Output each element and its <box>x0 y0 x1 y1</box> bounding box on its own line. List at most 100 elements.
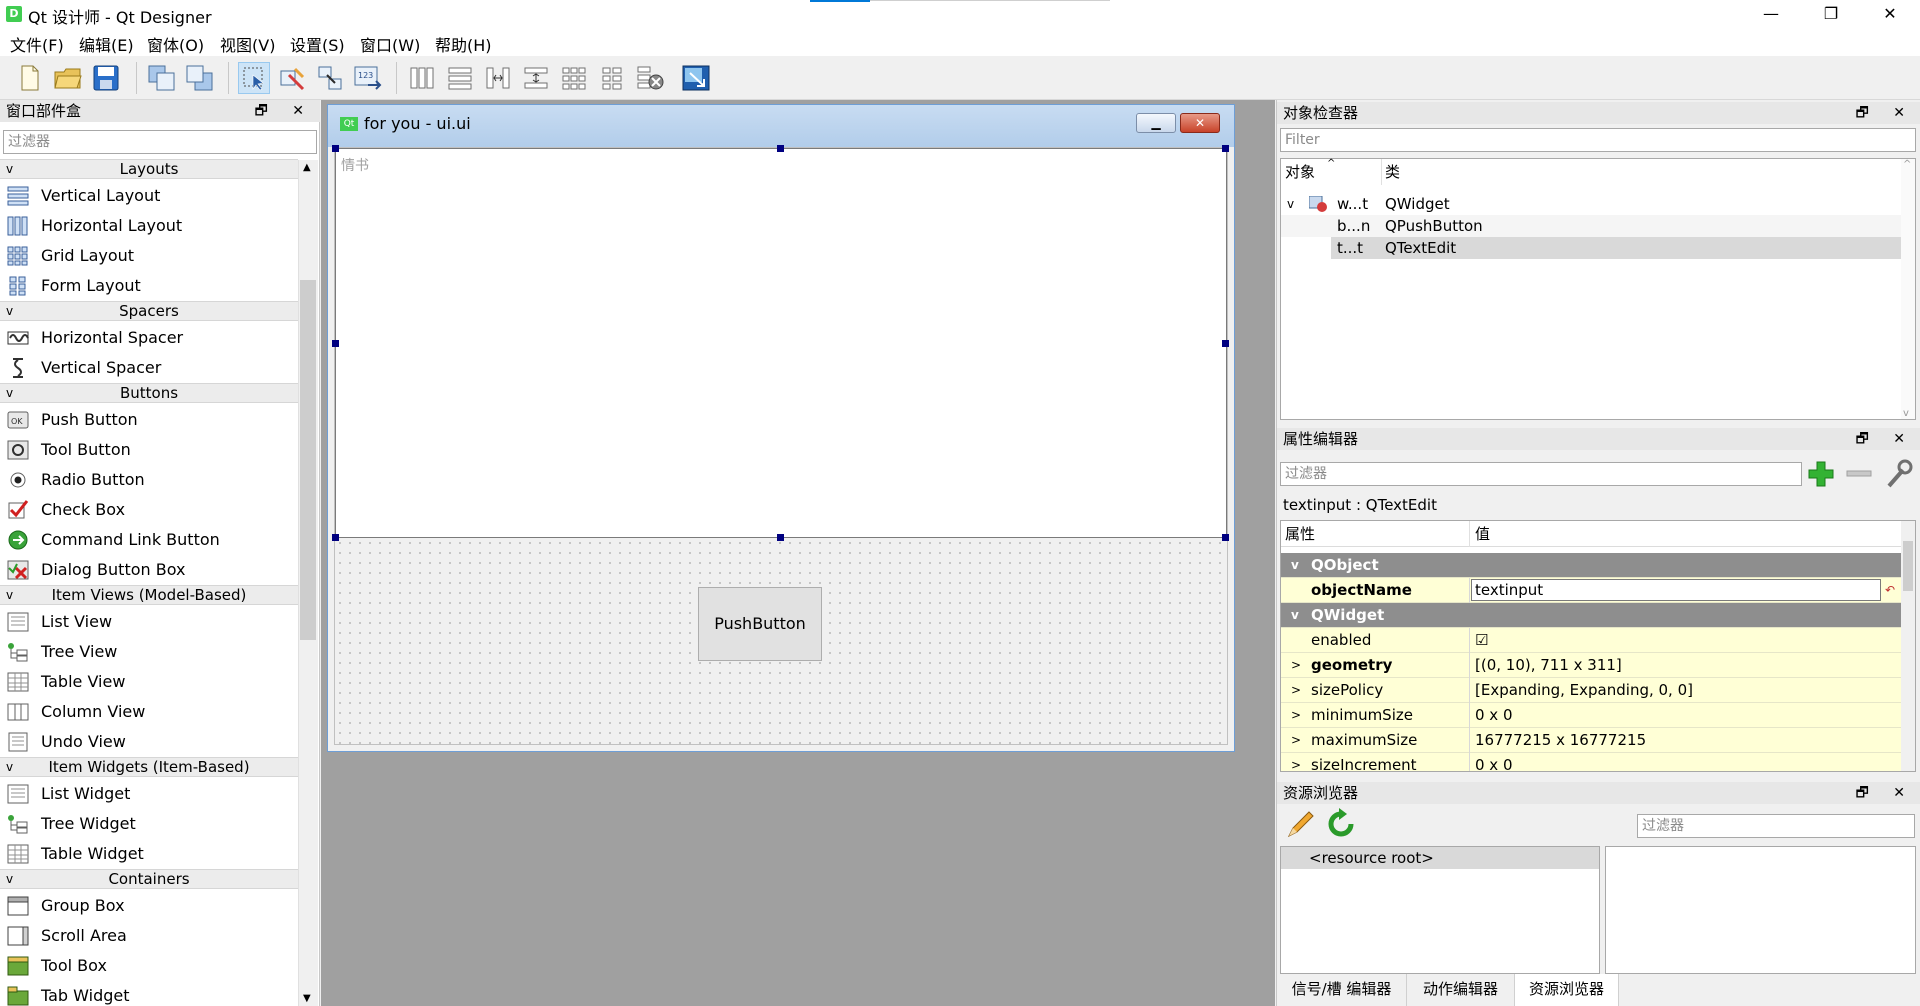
menu-window[interactable]: 窗口(W) <box>360 32 420 56</box>
open-folder-icon[interactable] <box>52 62 84 94</box>
form-canvas[interactable]: 情书 PushButton <box>332 145 1229 745</box>
layout-vertical-icon[interactable] <box>444 62 476 94</box>
property-row-geometry[interactable]: > geometry [(0, 10), 711 x 311] <box>1281 653 1901 678</box>
menu-settings[interactable]: 设置(S) <box>290 32 345 56</box>
collapse-arrow-icon[interactable]: v <box>6 758 13 776</box>
expand-arrow-icon[interactable]: > <box>1291 728 1301 753</box>
scroll-down-arrow-icon[interactable]: v <box>1903 408 1909 419</box>
expand-arrow-icon[interactable]: > <box>1291 653 1301 678</box>
selection-handle[interactable] <box>332 145 339 152</box>
widget-item-table-widget[interactable]: Table Widget <box>0 839 298 869</box>
resource-browser-dock-buttons[interactable]: 🗗 ✕ <box>1856 782 1915 804</box>
widget-item-tool-button[interactable]: Tool Button <box>0 435 298 465</box>
object-inspector-filter-input[interactable]: Filter <box>1280 128 1916 152</box>
collapse-arrow-icon[interactable]: v <box>6 302 13 320</box>
column-value-header[interactable]: 值 <box>1475 521 1490 547</box>
new-file-icon[interactable] <box>14 62 46 94</box>
collapse-arrow-icon[interactable]: v <box>6 870 13 888</box>
column-object-header[interactable]: 对象 <box>1285 159 1315 185</box>
widget-item-check-box[interactable]: Check Box <box>0 495 298 525</box>
resource-root-item[interactable]: <resource root> <box>1281 847 1599 869</box>
category-layouts[interactable]: v Layouts <box>0 159 298 179</box>
send-to-back-icon[interactable] <box>184 62 216 94</box>
reload-resources-icon[interactable] <box>1325 808 1357 840</box>
menu-edit[interactable]: 编辑(E) <box>79 32 134 56</box>
widget-box-filter-input[interactable]: 过滤器 <box>3 130 317 154</box>
edit-resources-pencil-icon[interactable] <box>1285 808 1317 840</box>
widget-item-list-view[interactable]: List View <box>0 607 298 637</box>
widget-item-tool-box[interactable]: Tool Box <box>0 951 298 981</box>
selection-handle[interactable] <box>332 340 339 347</box>
tree-row-widget[interactable]: v w...t QWidget <box>1281 193 1901 215</box>
break-layout-icon[interactable] <box>634 62 666 94</box>
menu-form[interactable]: 窗体(O) <box>147 32 204 56</box>
collapse-arrow-icon[interactable]: v <box>1291 603 1299 628</box>
menu-help[interactable]: 帮助(H) <box>435 32 492 56</box>
layout-form-icon[interactable] <box>596 62 628 94</box>
layout-vertical-splitter-icon[interactable] <box>520 62 552 94</box>
column-property-header[interactable]: 属性 <box>1285 521 1315 547</box>
widget-item-list-widget[interactable]: List Widget <box>0 779 298 809</box>
widget-item-radio-button[interactable]: Radio Button <box>0 465 298 495</box>
column-class-header[interactable]: 类 <box>1385 159 1400 185</box>
widget-item-group-box[interactable]: Group Box <box>0 891 298 921</box>
form-close-button[interactable]: ✕ <box>1180 113 1220 133</box>
layout-horizontal-splitter-icon[interactable] <box>482 62 514 94</box>
form-minimize-button[interactable]: ▁ <box>1136 113 1176 133</box>
tree-row-pushbutton[interactable]: b...n QPushButton <box>1281 215 1901 237</box>
collapse-arrow-icon[interactable]: v <box>6 384 13 402</box>
widget-item-scroll-area[interactable]: Scroll Area <box>0 921 298 951</box>
selection-handle[interactable] <box>777 145 784 152</box>
tab-action-editor[interactable]: 动作编辑器 <box>1407 974 1515 1006</box>
category-spacers[interactable]: v Spacers <box>0 301 298 321</box>
widget-item-form-layout[interactable]: Form Layout <box>0 271 298 301</box>
scroll-up-arrow-icon[interactable]: ^ <box>1903 159 1911 170</box>
collapse-arrow-icon[interactable]: v <box>1287 193 1294 215</box>
menu-view[interactable]: 视图(V) <box>220 32 275 56</box>
form-window[interactable]: Qt for you - ui.ui ▁ ✕ 情书 PushButton <box>327 104 1235 752</box>
property-scroll-thumb[interactable] <box>1903 541 1913 591</box>
selection-handle[interactable] <box>1222 340 1229 347</box>
scroll-up-arrow-icon[interactable]: ▲ <box>303 162 311 173</box>
edit-buddies-icon[interactable] <box>314 62 346 94</box>
property-row-sizepolicy[interactable]: > sizePolicy [Expanding, Expanding, 0, 0… <box>1281 678 1901 703</box>
object-tree-scrollbar[interactable]: ^ v <box>1901 159 1915 419</box>
layout-grid-icon[interactable] <box>558 62 590 94</box>
widget-item-tab-widget[interactable]: Tab Widget <box>0 981 298 1006</box>
close-button[interactable]: ✕ <box>1860 0 1920 28</box>
widget-item-push-button[interactable]: OK Push Button <box>0 405 298 435</box>
textinput-textedit[interactable]: 情书 <box>335 148 1227 538</box>
property-row-maximumsize[interactable]: > maximumSize 16777215 x 16777215 <box>1281 728 1901 753</box>
widget-item-table-view[interactable]: Table View <box>0 667 298 697</box>
bring-to-front-icon[interactable] <box>146 62 178 94</box>
form-push-button[interactable]: PushButton <box>698 587 822 661</box>
widget-box-scroll-thumb[interactable] <box>300 280 316 640</box>
collapse-arrow-icon[interactable]: v <box>1291 553 1299 578</box>
expand-arrow-icon[interactable]: > <box>1291 678 1301 703</box>
expand-arrow-icon[interactable]: > <box>1291 703 1301 728</box>
menu-file[interactable]: 文件(F) <box>10 32 64 56</box>
adjust-size-icon[interactable] <box>680 62 712 94</box>
edit-tab-order-icon[interactable]: 123 <box>352 62 384 94</box>
category-containers[interactable]: v Containers <box>0 869 298 889</box>
property-row-enabled[interactable]: enabled ☑ <box>1281 628 1901 653</box>
resource-filter-input[interactable]: 过滤器 <box>1637 814 1915 838</box>
widget-item-vertical-spacer[interactable]: Vertical Spacer <box>0 353 298 383</box>
expand-arrow-icon[interactable]: > <box>1291 753 1301 771</box>
property-row-minimumsize[interactable]: > minimumSize 0 x 0 <box>1281 703 1901 728</box>
tab-resource-browser[interactable]: 资源浏览器 <box>1515 974 1619 1006</box>
edit-widgets-icon[interactable] <box>238 62 270 94</box>
property-editor-dock-buttons[interactable]: 🗗 ✕ <box>1856 428 1915 450</box>
property-row-sizeincrement[interactable]: > sizeIncrement 0 x 0 <box>1281 753 1901 771</box>
widget-item-vertical-layout[interactable]: Vertical Layout <box>0 181 298 211</box>
selection-handle[interactable] <box>1222 145 1229 152</box>
selection-handle[interactable] <box>777 534 784 541</box>
selection-handle[interactable] <box>332 534 339 541</box>
widget-item-tree-widget[interactable]: Tree Widget <box>0 809 298 839</box>
save-disk-icon[interactable] <box>90 62 122 94</box>
widget-item-grid-layout[interactable]: Grid Layout <box>0 241 298 271</box>
property-filter-input[interactable]: 过滤器 <box>1280 462 1802 486</box>
section-qobject[interactable]: v QObject <box>1281 553 1901 578</box>
object-inspector-dock-buttons[interactable]: 🗗 ✕ <box>1856 102 1915 124</box>
property-table-scrollbar[interactable] <box>1901 521 1915 771</box>
